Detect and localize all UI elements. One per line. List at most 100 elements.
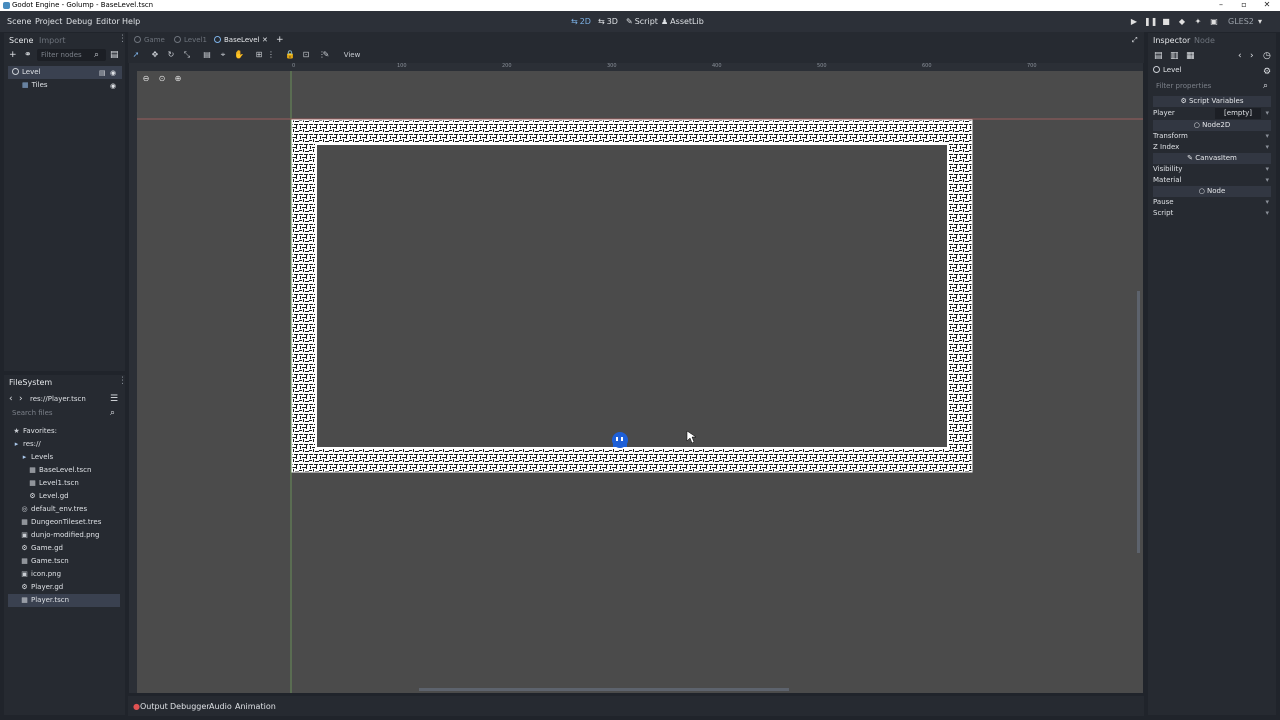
scale-tool-icon[interactable]: ⤡ — [182, 50, 192, 60]
forward-arrow-icon[interactable]: › — [19, 394, 23, 404]
tab-debugger[interactable]: Debugger — [170, 701, 210, 712]
play-scene-icon[interactable]: ◆ — [1176, 16, 1188, 28]
pivot-icon[interactable]: ⌖ — [218, 50, 228, 60]
group-icon[interactable]: ⊡ — [301, 50, 311, 60]
select-tool-icon[interactable]: ➚ — [131, 50, 141, 60]
settings-dropdown-icon[interactable]: ▾ — [1254, 16, 1266, 28]
menu-scene[interactable]: Scene — [7, 16, 31, 27]
menu-help[interactable]: Help — [122, 16, 140, 27]
tree-item-tiles[interactable]: ▦ Tiles — [8, 79, 122, 92]
play-icon[interactable]: ▶ — [1128, 16, 1140, 28]
workspace-2d[interactable]: ⇆ 2D — [571, 16, 591, 27]
skeleton-icon[interactable]: ✎ — [321, 50, 331, 60]
file-item[interactable]: ▸ Levels — [8, 451, 120, 464]
property-transform[interactable]: Transform ▾ — [1153, 131, 1271, 142]
add-node-icon[interactable]: + — [9, 50, 17, 60]
image-icon: ▣ — [21, 570, 28, 578]
player-eye — [621, 437, 623, 441]
file-item[interactable]: ▦ Game.tscn — [8, 555, 120, 568]
workspace-3d[interactable]: ⇆ 3D — [598, 16, 618, 27]
chevron-down-icon[interactable]: ▾ — [1265, 108, 1269, 119]
view-menu[interactable]: View — [342, 50, 362, 60]
file-item[interactable]: ▦ DungeonTileset.tres — [8, 516, 120, 529]
file-item[interactable]: ⚙ Player.gd — [8, 581, 120, 594]
tab-level1[interactable]: Level1 — [174, 34, 207, 46]
tab-inspector[interactable]: Inspector — [1153, 35, 1190, 46]
file-item[interactable]: ▦ Player.tscn — [8, 594, 120, 607]
tab-baselevel[interactable]: BaseLevel — [214, 34, 260, 46]
file-item[interactable]: ▸ res:// — [8, 438, 120, 451]
snap-options-icon[interactable]: ⋮ — [266, 50, 276, 60]
tab-output[interactable]: ●Output — [133, 701, 168, 712]
play-custom-scene-icon[interactable]: ✦ — [1192, 16, 1204, 28]
tab-node[interactable]: Node — [1194, 35, 1215, 46]
property-script[interactable]: Script ▾ — [1153, 208, 1271, 219]
history-forward-icon[interactable]: › — [1250, 51, 1254, 61]
2d-viewport[interactable]: 0 100 200 300 400 500 600 700 ⊖ ⊙ ⊕ — [129, 63, 1143, 693]
visibility-eye-icon[interactable]: ◉ — [110, 69, 116, 77]
history-back-icon[interactable]: ‹ — [1238, 51, 1242, 61]
dock-menu-icon[interactable]: ⋮ — [118, 376, 127, 386]
movie-icon[interactable]: ▣ — [1208, 16, 1220, 28]
file-item[interactable]: ▣ icon.png — [8, 568, 120, 581]
file-item[interactable]: ⚙ Level.gd — [8, 490, 120, 503]
pause-icon[interactable]: ❚❚ — [1144, 16, 1157, 28]
property-z-index[interactable]: Z Index ▾ — [1153, 142, 1271, 153]
tab-audio[interactable]: Audio — [209, 701, 232, 712]
node-section-label: Node — [1207, 187, 1226, 195]
player-value-field[interactable]: [empty] — [1215, 108, 1261, 119]
property-material[interactable]: Material ▾ — [1153, 175, 1271, 186]
link-icon[interactable]: ⚭ — [24, 50, 32, 60]
menu-editor[interactable]: Editor — [96, 16, 120, 27]
tab-scene[interactable]: Scene — [9, 35, 33, 46]
close-tab-icon[interactable]: ✕ — [262, 34, 268, 46]
back-arrow-icon[interactable]: ‹ — [9, 394, 13, 404]
canvas-toolbar: ➚ ✥ ↻ ⤡ ▤ ⌖ ✋ ⊞ ⋮ 🔒 ⊡ ⋮ ✎ View — [128, 47, 1144, 63]
chevron-down-icon: ▾ — [1265, 143, 1269, 151]
pan-tool-icon[interactable]: ✋ — [234, 50, 244, 60]
tab-game[interactable]: Game — [134, 34, 165, 46]
snap-icon[interactable]: ⊞ — [254, 50, 264, 60]
new-tab-icon[interactable]: + — [276, 34, 284, 46]
renderer-select[interactable]: GLES2 — [1228, 16, 1254, 27]
close-icon[interactable]: ✕ — [1256, 0, 1278, 11]
file-item[interactable]: ⚙ Game.gd — [8, 542, 120, 555]
property-pause[interactable]: Pause ▾ — [1153, 197, 1271, 208]
workspace-assetlib[interactable]: ♟ AssetLib — [661, 16, 704, 27]
search-files-input[interactable]: Search files — [8, 407, 111, 419]
file-item[interactable]: ▦ BaseLevel.tscn — [8, 464, 120, 477]
script-attach-icon[interactable]: ▤ — [110, 50, 119, 60]
dock-menu-icon[interactable]: ⋮ — [118, 34, 127, 44]
file-item[interactable]: ▦ Level1.tscn — [8, 477, 120, 490]
script-variables-section[interactable]: ⚙ Script Variables — [1153, 96, 1271, 107]
load-resource-icon[interactable]: ▥ — [1170, 51, 1179, 61]
filter-properties-input[interactable]: Filter properties — [1152, 80, 1259, 92]
path-field[interactable]: res://Player.tscn — [26, 393, 106, 405]
distraction-free-icon[interactable]: ⤢ — [1132, 34, 1138, 46]
split-view-icon[interactable]: ☰ — [110, 394, 118, 404]
list-select-icon[interactable]: ▤ — [202, 50, 212, 60]
menu-debug[interactable]: Debug — [66, 16, 92, 27]
script-icon[interactable]: ▤ — [99, 69, 106, 77]
visibility-eye-icon[interactable]: ◉ — [110, 82, 116, 90]
object-properties-icon[interactable]: ⚙ — [1263, 67, 1271, 77]
create-resource-icon[interactable]: ▤ — [1154, 51, 1163, 61]
file-item[interactable]: ★ Favorites: — [8, 425, 120, 438]
maximize-icon[interactable]: ▫ — [1233, 0, 1255, 11]
move-tool-icon[interactable]: ✥ — [150, 50, 160, 60]
minimize-icon[interactable]: – — [1210, 0, 1232, 11]
menu-project[interactable]: Project — [35, 16, 62, 27]
save-resource-icon[interactable]: ▦ — [1186, 51, 1195, 61]
file-item[interactable]: ◎ default_env.tres — [8, 503, 120, 516]
workspace-script[interactable]: ✎ Script — [626, 16, 658, 27]
folder-icon: ▸ — [14, 440, 19, 448]
property-visibility[interactable]: Visibility ▾ — [1153, 164, 1271, 175]
file-item[interactable]: ▣ dunjo-modified.png — [8, 529, 120, 542]
lock-icon[interactable]: 🔒 — [285, 50, 295, 60]
tab-import[interactable]: Import — [39, 35, 66, 46]
search-icon: ⌕ — [110, 408, 116, 418]
tab-animation[interactable]: Animation — [235, 701, 276, 712]
rotate-tool-icon[interactable]: ↻ — [166, 50, 176, 60]
history-icon[interactable]: ◷ — [1263, 51, 1271, 61]
stop-icon[interactable]: ■ — [1160, 16, 1172, 28]
